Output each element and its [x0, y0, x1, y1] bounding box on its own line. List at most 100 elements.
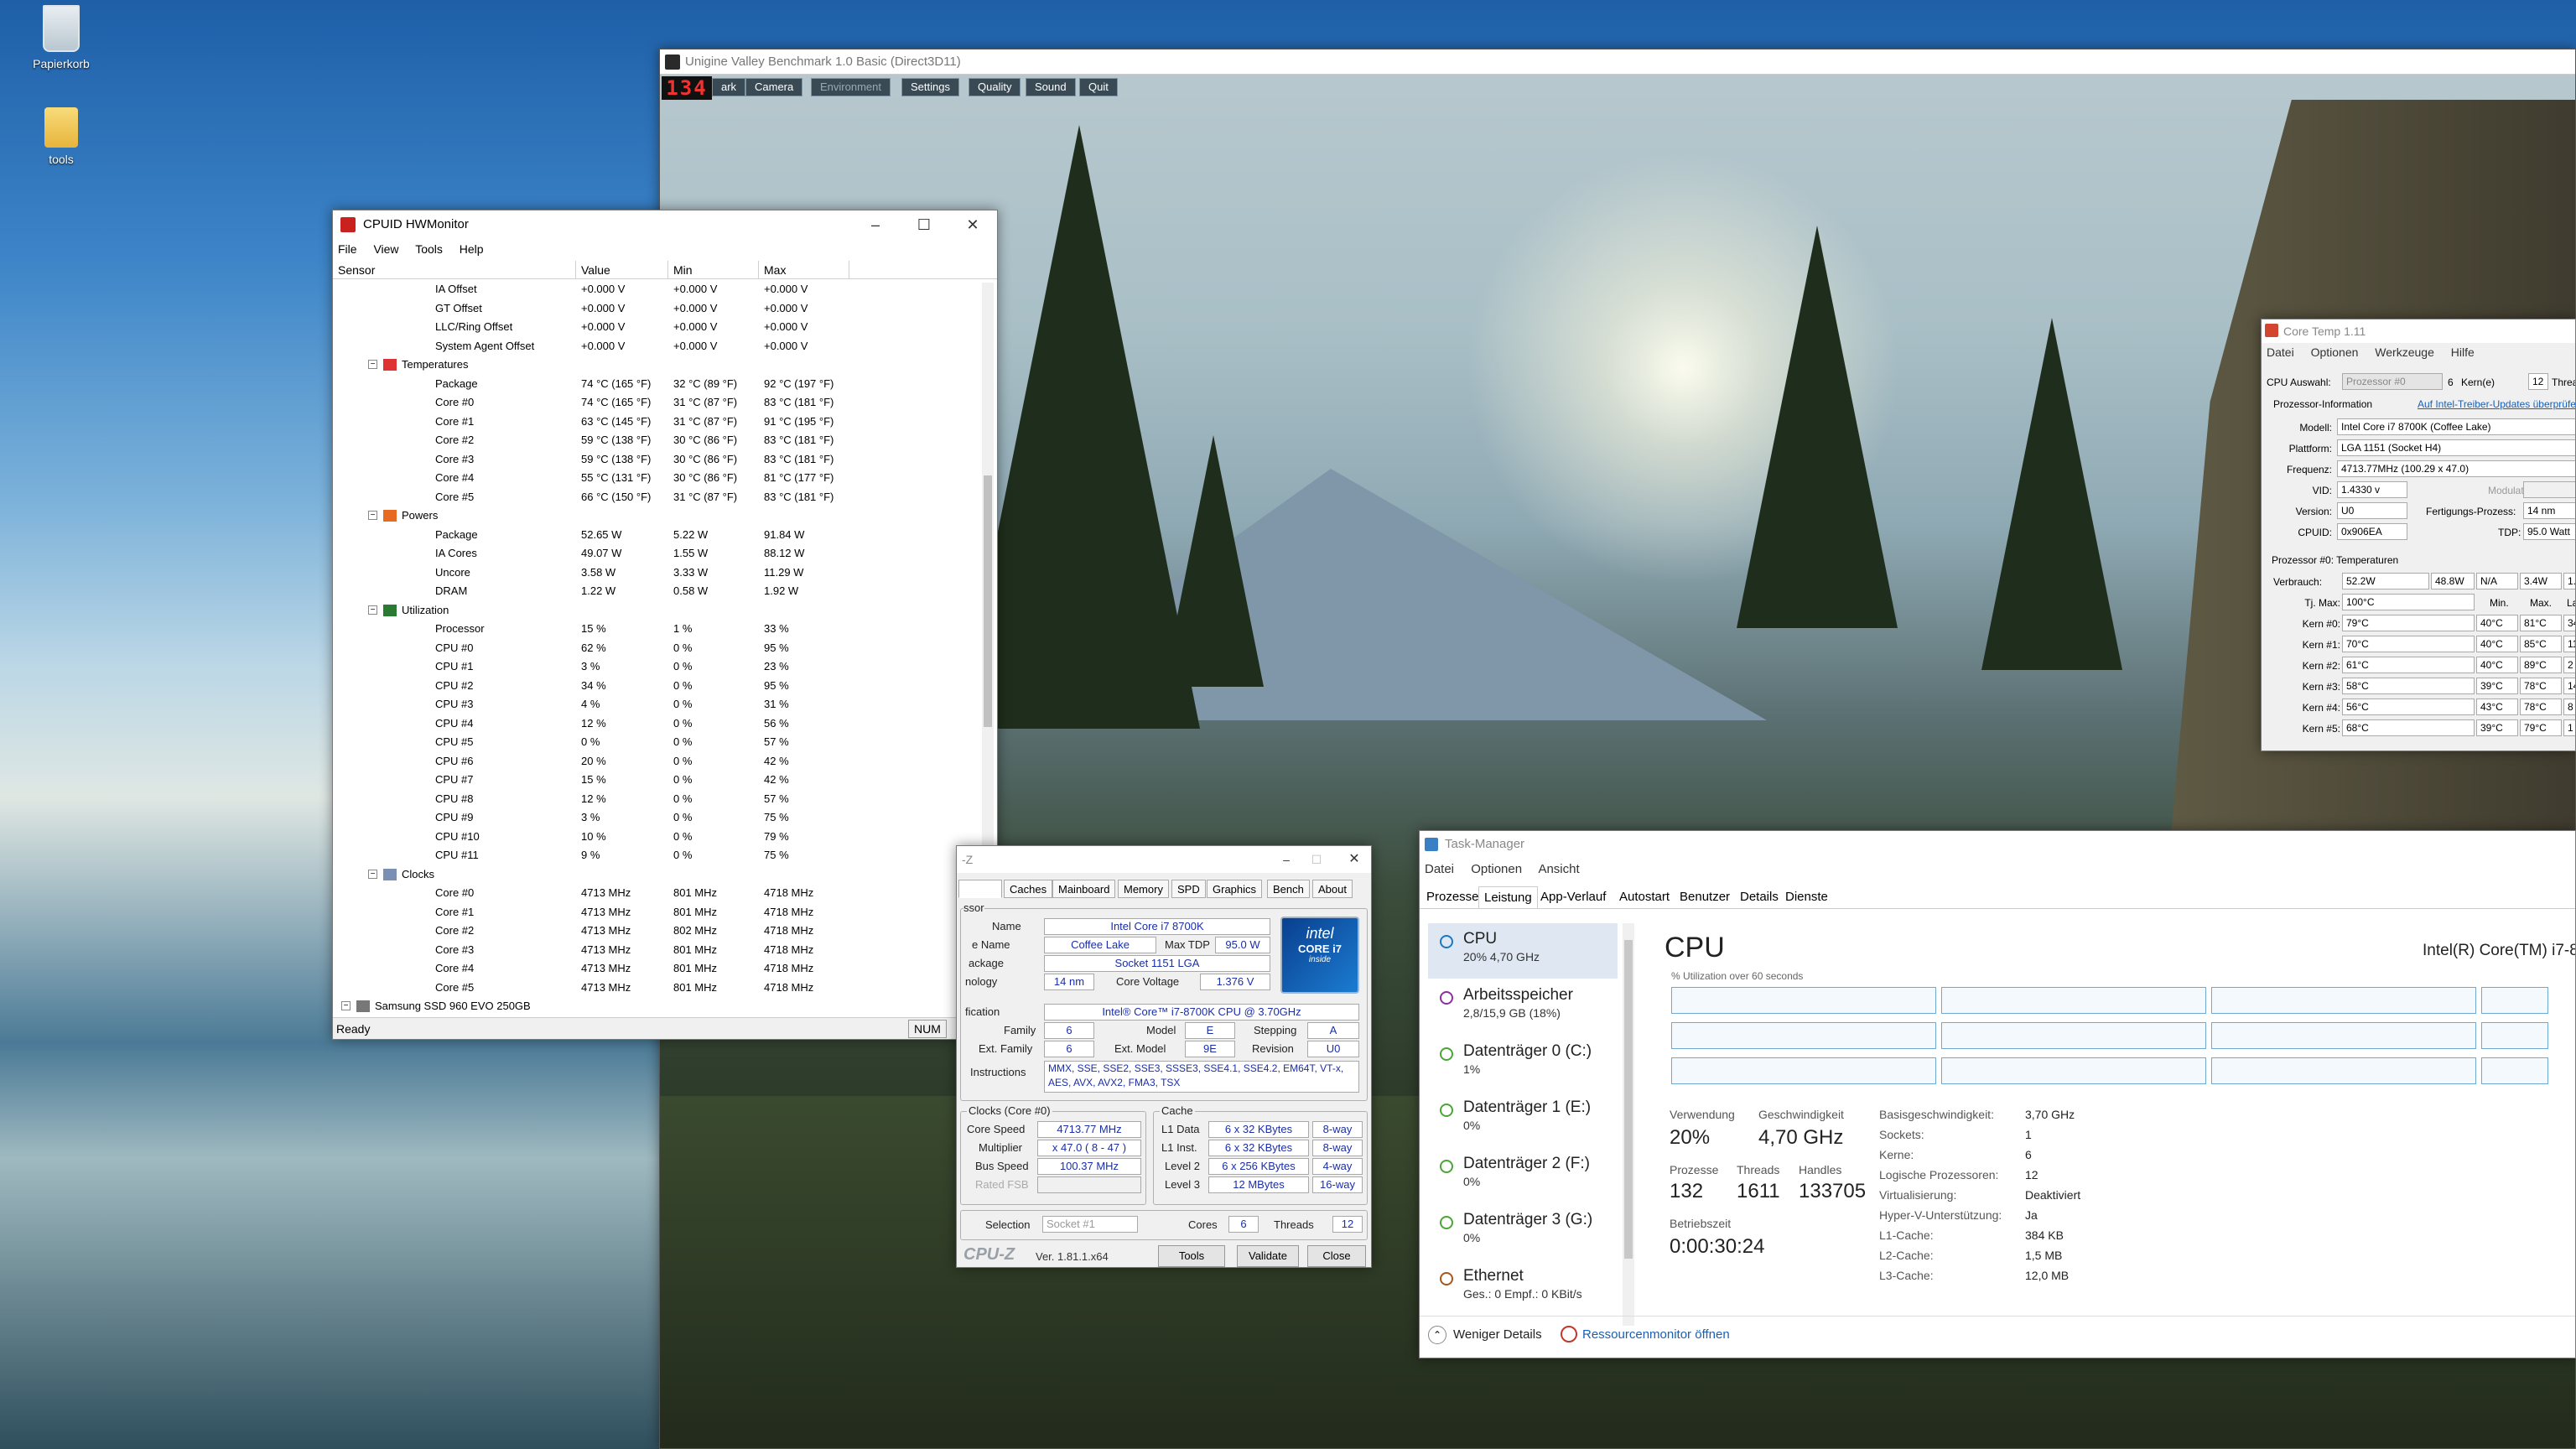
tab-graphics[interactable]: Graphics — [1207, 880, 1263, 898]
close-icon[interactable]: ✕ — [1337, 846, 1371, 875]
sensor-group-row[interactable]: − Clocks — [333, 865, 979, 885]
sensor-row[interactable]: Core #3 59 °C (138 °F) 30 °C (86 °F) 83 °C … — [333, 450, 979, 470]
tab-mainboard[interactable]: Mainboard — [1052, 880, 1116, 898]
tools-button[interactable]: Tools — [1158, 1245, 1225, 1267]
sensor-row[interactable]: Core #0 4713 MHz 801 MHz 4718 MHz — [333, 884, 979, 903]
desktop-icon-tools[interactable]: tools — [15, 107, 107, 166]
tab-benutzer[interactable]: Benutzer — [1675, 886, 1735, 908]
perf-item-datentr-ger-2-f-[interactable]: Datenträger 2 (F:) 0% — [1428, 1148, 1618, 1203]
sensor-row[interactable]: Package 52.65 W 5.22 W 91.84 W — [333, 526, 979, 545]
perf-item-ethernet[interactable]: Ethernet Ges.: 0 Empf.: 0 KBit/s — [1428, 1260, 1618, 1316]
validate-button[interactable]: Validate — [1237, 1245, 1299, 1267]
resource-monitor-link[interactable]: Ressourcenmonitor öffnen — [1582, 1327, 1730, 1342]
maximize-icon[interactable]: ☐ — [1292, 846, 1341, 875]
tab-dienste[interactable]: Dienste — [1780, 886, 1833, 908]
driver-update-link[interactable]: Auf Intel-Treiber-Updates überprüfen — [2418, 398, 2575, 410]
perf-item-cpu[interactable]: CPU 20% 4,70 GHz — [1428, 923, 1618, 979]
menu-view[interactable]: View — [373, 242, 398, 256]
sidebar-scrollbar[interactable] — [1623, 923, 1634, 1326]
sensor-row[interactable]: Core #0 74 °C (165 °F) 31 °C (87 °F) 83 °C … — [333, 393, 979, 413]
close-icon[interactable]: ✕ — [948, 210, 997, 239]
tab-details[interactable]: Details — [1735, 886, 1784, 908]
sensor-row[interactable]: DRAM 1.22 W 0.58 W 1.92 W — [333, 582, 979, 601]
sensor-row[interactable]: GT Offset +0.000 V +0.000 V +0.000 V — [333, 299, 979, 319]
sensor-row[interactable]: CPU #1 3 % 0 % 23 % — [333, 657, 979, 677]
collapse-toggle-icon[interactable]: − — [368, 869, 377, 879]
cpuz-window[interactable]: -Z – ☐ ✕ Caches Mainboard Memory SPD Gra… — [956, 845, 1372, 1268]
coretemp-window[interactable]: Core Temp 1.11 Datei Optionen Werkzeuge … — [2261, 319, 2576, 751]
sensor-row[interactable]: Core #5 66 °C (150 °F) 31 °C (87 °F) 83 °C … — [333, 488, 979, 507]
valley-menu-benchmark[interactable]: ark — [712, 78, 746, 96]
sensor-row[interactable]: Core #3 4713 MHz 801 MHz 4718 MHz — [333, 941, 979, 960]
tm-menu-optionen[interactable]: Optionen — [1471, 862, 1522, 876]
sensor-row[interactable]: Core #2 4713 MHz 802 MHz 4718 MHz — [333, 922, 979, 941]
sensor-row[interactable]: IA Cores 49.07 W 1.55 W 88.12 W — [333, 544, 979, 564]
sensor-row[interactable]: Uncore 3.58 W 3.33 W 11.29 W — [333, 564, 979, 583]
sensor-row[interactable]: CPU #0 62 % 0 % 95 % — [333, 639, 979, 658]
sensor-row[interactable]: CPU #2 34 % 0 % 95 % — [333, 677, 979, 696]
minimize-icon[interactable]: – — [851, 210, 900, 239]
sensor-row[interactable]: CPU #8 12 % 0 % 57 % — [333, 790, 979, 809]
sensor-row[interactable]: Core #4 4713 MHz 801 MHz 4718 MHz — [333, 959, 979, 979]
sensor-row[interactable]: LLC/Ring Offset +0.000 V +0.000 V +0.000 V — [333, 318, 979, 337]
tab-memory[interactable]: Memory — [1118, 880, 1169, 898]
column-sensor[interactable]: Sensor — [333, 261, 576, 279]
sensor-row[interactable]: System Agent Offset +0.000 V +0.000 V +0.00… — [333, 337, 979, 356]
sensor-group-row[interactable]: − Utilization — [333, 601, 979, 621]
menu-file[interactable]: File — [338, 242, 357, 256]
desktop-icon-recycle-bin[interactable]: Papierkorb — [15, 5, 107, 70]
tab-app-verlauf[interactable]: App-Verlauf — [1535, 886, 1611, 908]
valley-menu-environment[interactable]: Environment — [811, 78, 891, 96]
sensor-row[interactable]: CPU #9 3 % 0 % 75 % — [333, 808, 979, 828]
ct-menu-optionen[interactable]: Optionen — [2311, 345, 2359, 359]
close-button[interactable]: Close — [1307, 1245, 1366, 1267]
valley-menu-quality[interactable]: Quality — [969, 78, 1021, 96]
sensor-row[interactable]: Core #4 55 °C (131 °F) 30 °C (86 °F) 81 °C … — [333, 469, 979, 488]
ct-menu-werkzeuge[interactable]: Werkzeuge — [2375, 345, 2434, 359]
tab-bench[interactable]: Bench — [1267, 880, 1310, 898]
collapse-toggle-icon[interactable]: − — [368, 605, 377, 615]
hwmonitor-window[interactable]: CPUID HWMonitor – ☐ ✕ File View Tools He… — [332, 210, 998, 1040]
sensor-row[interactable]: IA Offset +0.000 V +0.000 V +0.000 V — [333, 280, 979, 299]
tab-prozesse[interactable]: Prozesse — [1421, 886, 1484, 908]
column-max[interactable]: Max — [759, 261, 849, 279]
sensor-row[interactable]: CPU #5 0 % 0 % 57 % — [333, 733, 979, 752]
sensor-row[interactable]: CPU #11 9 % 0 % 75 % — [333, 846, 979, 865]
menu-help[interactable]: Help — [460, 242, 484, 256]
perf-item-datentr-ger-1-e-[interactable]: Datenträger 1 (E:) 0% — [1428, 1092, 1618, 1147]
collapse-toggle-icon[interactable]: − — [368, 360, 377, 369]
sensor-row[interactable]: Package 74 °C (165 °F) 32 °C (89 °F) 92 °C … — [333, 375, 979, 394]
tab-about[interactable]: About — [1312, 880, 1353, 898]
perf-item-datentr-ger-3-g-[interactable]: Datenträger 3 (G:) 0% — [1428, 1204, 1618, 1259]
scrollbar-thumb[interactable] — [1624, 940, 1633, 1259]
column-min[interactable]: Min — [668, 261, 759, 279]
scrollbar-thumb[interactable] — [984, 475, 992, 727]
valley-menu-quit[interactable]: Quit — [1079, 78, 1118, 96]
socket-select[interactable]: Socket #1 — [1042, 1216, 1138, 1233]
ct-menu-datei[interactable]: Datei — [2267, 345, 2294, 359]
sensor-row[interactable]: Processor 15 % 1 % 33 % — [333, 620, 979, 639]
valley-menu-sound[interactable]: Sound — [1026, 78, 1076, 96]
tm-menu-datei[interactable]: Datei — [1425, 862, 1454, 876]
tab-leistung[interactable]: Leistung — [1478, 886, 1538, 908]
column-value[interactable]: Value — [576, 261, 668, 279]
task-manager-window[interactable]: Task-Manager Datei Optionen Ansicht Proz… — [1419, 830, 2576, 1358]
sensor-row[interactable]: CPU #4 12 % 0 % 56 % — [333, 714, 979, 734]
valley-menu-settings[interactable]: Settings — [901, 78, 959, 96]
sensor-row[interactable]: Core #5 4713 MHz 801 MHz 4718 MHz — [333, 979, 979, 998]
collapse-toggle-icon[interactable]: − — [341, 1001, 351, 1010]
fewer-details-link[interactable]: Weniger Details — [1453, 1327, 1542, 1342]
tab-cpu[interactable] — [958, 880, 1002, 898]
maximize-icon[interactable]: ☐ — [900, 210, 948, 239]
sensor-row[interactable]: Core #2 59 °C (138 °F) 30 °C (86 °F) 83 °C … — [333, 431, 979, 450]
tab-spd[interactable]: SPD — [1171, 880, 1206, 898]
ct-menu-hilfe[interactable]: Hilfe — [2451, 345, 2475, 359]
collapse-toggle-icon[interactable]: − — [368, 511, 377, 520]
sensor-row[interactable]: CPU #10 10 % 0 % 79 % — [333, 828, 979, 847]
cpu-select-dropdown[interactable]: Prozessor #0 — [2342, 373, 2443, 390]
sensor-row[interactable]: CPU #7 15 % 0 % 42 % — [333, 771, 979, 790]
sensor-row[interactable]: CPU #3 4 % 0 % 31 % — [333, 695, 979, 714]
sensor-group-row[interactable]: − Powers — [333, 506, 979, 526]
sensor-row[interactable]: Core #1 63 °C (145 °F) 31 °C (87 °F) 91 °C … — [333, 413, 979, 432]
sensor-row[interactable]: CPU #6 20 % 0 % 42 % — [333, 752, 979, 771]
